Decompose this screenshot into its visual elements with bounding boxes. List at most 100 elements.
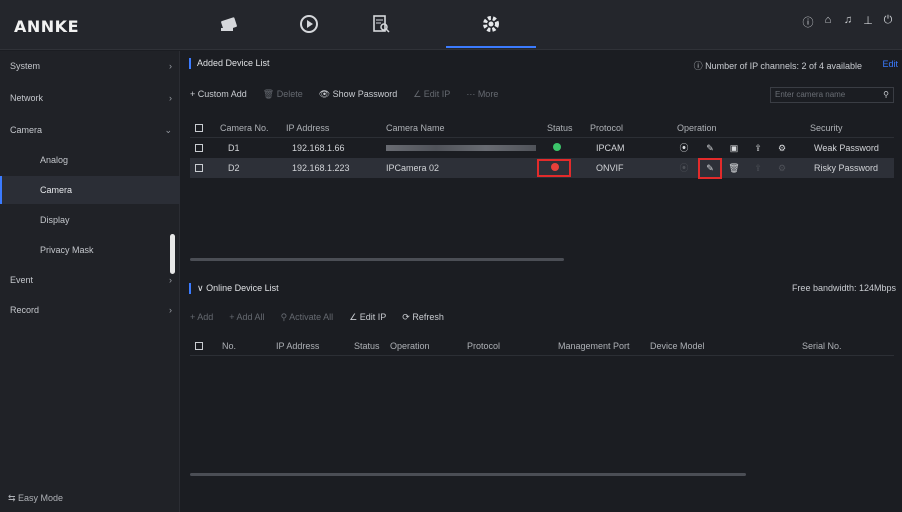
row-checkbox[interactable] [195,164,203,172]
status-online [553,138,561,158]
sidebar-scrollbar[interactable] [170,234,175,274]
status-offline [551,158,559,178]
protocol: ONVIF [596,163,624,173]
online-device-list-title[interactable]: ∨ Online Device List [189,283,279,294]
redacted-camera-name [386,145,536,151]
status-ok-icon [553,143,561,151]
ip-channels-info: ⓘ Number of IP channels: 2 of 4 availabl… [693,61,862,71]
camera-icon [221,17,237,31]
delete-icon[interactable]: 🗑 [727,158,741,178]
camera-no: D2 [228,163,240,173]
col-status: Status [547,123,573,133]
main-panel: Added Device List ⓘ Number of IP channel… [181,51,902,512]
sidebar-subitem-privacy-mask[interactable]: Privacy Mask [0,236,180,264]
security-status: Risky Password [814,163,879,173]
sidebar: System › Network › Camera ⌄ Analog Camera D… [0,51,180,512]
camera-no: D1 [228,143,240,153]
online-toolbar: + Add + Add All ⚲ Activate All ∠ Edit IP… [190,312,444,323]
col-operation: Operation [390,341,430,351]
col-camera-name: Camera Name [386,123,445,133]
play-icon[interactable]: ⦿ [677,138,691,158]
security-status: Weak Password [814,143,879,153]
alarm-icon[interactable]: ♫ [842,14,854,28]
row-checkbox[interactable] [195,144,203,152]
status-error-icon[interactable] [551,163,559,171]
col-device-model: Device Model [650,341,705,351]
sidebar-item-system[interactable]: System › [0,52,180,80]
settings-icon[interactable]: ⚙ [775,158,789,178]
custom-add-button[interactable]: + Custom Add [190,89,247,100]
easy-mode-toggle[interactable]: ⇆ Easy Mode [8,493,63,504]
edit-icon[interactable]: ✎ [703,158,717,178]
select-all-checkbox[interactable] [195,342,203,350]
sidebar-item-network[interactable]: Network › [0,84,180,112]
col-serial-no: Serial No. [802,341,842,351]
edit-link[interactable]: Edit [882,59,898,69]
top-right-icons: ⓘ ⌂ ♫ ⊥ ⏻ [802,14,894,29]
sidebar-item-record[interactable]: Record › [0,296,180,324]
add-button[interactable]: + Add [190,312,213,323]
col-ip-address: IP Address [276,341,320,351]
col-security: Security [810,123,843,133]
added-device-list-title: Added Device List [189,58,270,69]
delete-button[interactable]: 🗑 Delete [263,89,303,100]
home-icon[interactable]: ⌂ [822,14,834,28]
online-table-hscroll[interactable] [190,473,746,476]
settings-icon[interactable]: ⚙ [775,138,789,158]
sidebar-item-event[interactable]: Event › [0,266,180,294]
gear-icon [483,16,499,32]
tools-icon[interactable]: ⊥ [862,14,874,28]
refresh-button[interactable]: ⟳ Refresh [402,312,444,323]
playback-icon [300,15,318,33]
sidebar-subitem-display[interactable]: Display [0,206,180,234]
sidebar-item-camera[interactable]: Camera ⌄ [0,116,180,144]
added-device-table: Camera No. IP Address Camera Name Status… [190,119,894,269]
table-row[interactable]: D2 192.168.1.223 IPCamera 02 ONVIF ⦿ ✎ 🗑… [190,158,894,179]
ip-address: 192.168.1.66 [292,143,345,153]
info-icon[interactable]: ⓘ [802,14,814,29]
chevron-right-icon: › [169,305,172,315]
more-button[interactable]: ⋯ More [466,89,498,100]
upgrade-icon[interactable]: ⇪ [751,158,765,178]
sidebar-subitem-camera[interactable]: Camera [0,176,180,204]
chevron-down-icon: ⌄ [164,125,172,135]
header-divider [190,355,894,356]
col-camera-no: Camera No. [220,123,269,133]
free-bandwidth: Free bandwidth: 124Mbps [791,283,896,293]
show-password-button[interactable]: 👁 Show Password [319,89,397,100]
file-search-icon [373,15,390,33]
activate-all-button[interactable]: ⚲ Activate All [281,312,334,323]
col-ip-address: IP Address [286,123,330,133]
select-all-checkbox[interactable] [195,124,203,132]
col-operation: Operation [677,123,717,133]
col-protocol: Protocol [590,123,624,133]
edit-ip-button[interactable]: ∠ Edit IP [349,312,386,323]
col-status: Status [354,341,380,351]
edit-icon[interactable]: ✎ [703,138,717,158]
upgrade-icon[interactable]: ⇪ [751,138,765,158]
power-icon[interactable]: ⏻ [882,14,894,28]
camera-name: IPCamera 02 [386,163,440,173]
camera-search-input[interactable]: Enter camera name ⚲ [770,87,894,103]
online-device-table: No. IP Address Status Operation Protocol… [190,337,894,487]
chevron-right-icon: › [169,61,172,71]
edit-ip-button[interactable]: ∠ Edit IP [413,89,450,100]
add-all-button[interactable]: + Add All [229,312,264,323]
added-table-hscroll[interactable] [190,258,564,261]
table-row[interactable]: D1 192.168.1.66 IPCAM ⦿ ✎ ▣ ⇪ ⚙ Weak Pas… [190,138,894,158]
play-icon[interactable]: ⦿ [677,158,691,178]
chevron-right-icon: › [169,93,172,103]
col-management-port: Management Port [558,341,630,351]
col-protocol: Protocol [467,341,501,351]
nav-settings[interactable] [446,10,536,48]
search-icon[interactable]: ⚲ [883,88,889,102]
added-toolbar: + Custom Add 🗑 Delete 👁 Show Password ∠ … [190,89,498,100]
image-icon[interactable]: ▣ [727,138,741,158]
ip-address: 192.168.1.223 [292,163,350,173]
col-no: No. [222,341,237,351]
protocol: IPCAM [596,143,625,153]
brand-logo: ANNKE [14,17,79,36]
nav-search[interactable] [336,10,426,48]
top-bar: ANNKE ⓘ ⌂ ♫ ⊥ ⏻ [0,0,902,50]
sidebar-subitem-analog[interactable]: Analog [0,146,180,174]
